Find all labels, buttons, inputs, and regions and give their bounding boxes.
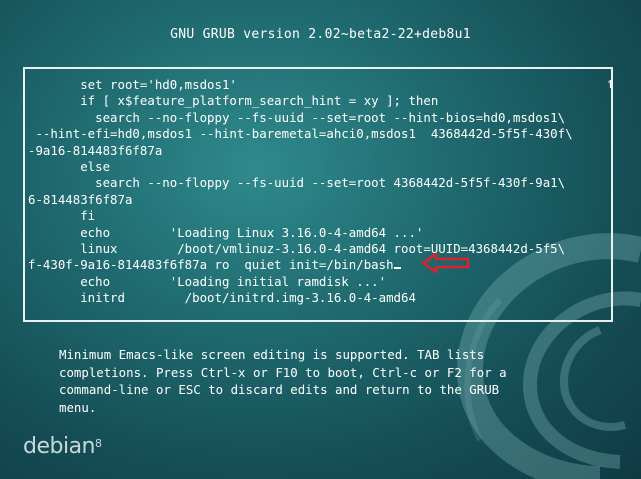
editor-line[interactable]: fi	[28, 208, 95, 223]
help-line: Minimum Emacs-like screen editing is sup…	[59, 347, 485, 362]
editor-line[interactable]: -9a16-814483f6f87a	[28, 143, 162, 158]
editing-help-text: Minimum Emacs-like screen editing is sup…	[59, 346, 579, 416]
editor-line[interactable]: if [ x$feature_platform_search_hint = xy…	[28, 93, 438, 108]
editor-line[interactable]: --hint-efi=hd0,msdos1 --hint-baremetal=a…	[28, 126, 572, 141]
editor-line[interactable]: linux /boot/vmlinuz-3.16.0-4-amd64 root=…	[28, 241, 565, 256]
editor-line[interactable]: set root='hd0,msdos1'	[28, 77, 237, 92]
editor-line[interactable]: echo 'Loading Linux 3.16.0-4-amd64 ...'	[28, 225, 423, 240]
editor-line[interactable]: search --no-floppy --fs-uuid --set=root …	[28, 110, 565, 125]
text-cursor	[393, 267, 401, 270]
help-line: command-line or ESC to discard edits and…	[59, 382, 500, 397]
red-arrow-annotation-icon	[421, 252, 470, 274]
editor-line[interactable]: initrd /boot/initrd.img-3.16.0-4-amd64	[28, 290, 416, 305]
boot-entry-editor[interactable]: set root='hd0,msdos1' if [ x$feature_pla…	[23, 67, 615, 322]
editor-line[interactable]: 6-814483f6f87a	[28, 192, 132, 207]
debian-logo: debian8	[23, 434, 102, 459]
editor-line-edited[interactable]: f-430f-9a16-814483f6f87a ro quiet init=/…	[28, 257, 394, 272]
editor-line[interactable]: echo 'Loading initial ramdisk ...'	[28, 274, 386, 289]
help-line: menu.	[59, 399, 97, 415]
editor-line[interactable]: search --no-floppy --fs-uuid --set=root …	[28, 175, 565, 190]
scroll-up-indicator-icon: ↑	[605, 74, 615, 92]
debian-logo-version: 8	[95, 437, 102, 450]
editor-text[interactable]: set root='hd0,msdos1' if [ x$feature_pla…	[28, 77, 608, 307]
help-line: completions. Press Ctrl-x or F10 to boot…	[59, 364, 507, 380]
grub-version-title: GNU GRUB version 2.02~beta2-22+deb8u1	[170, 27, 471, 42]
debian-logo-name: debian	[23, 434, 96, 459]
editor-line[interactable]: else	[28, 159, 110, 174]
